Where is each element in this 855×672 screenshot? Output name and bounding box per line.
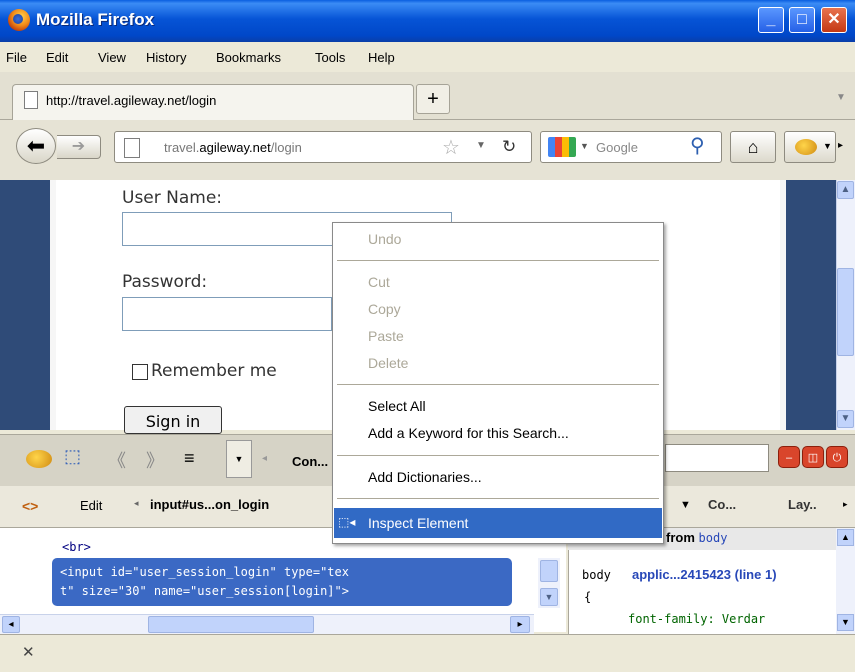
menu-item-select-all[interactable]: Select All: [368, 398, 426, 414]
username-label: User Name:: [122, 188, 223, 208]
menu-item-inspect-label: Inspect Element: [368, 515, 469, 531]
menu-view[interactable]: View: [98, 50, 126, 65]
firebug-icon: [795, 139, 817, 155]
tab-list-arrow-icon[interactable]: ▼: [836, 92, 846, 103]
forward-button[interactable]: ➔: [57, 135, 101, 159]
menu-item-undo[interactable]: Undo: [368, 231, 401, 247]
google-engine-icon[interactable]: [548, 137, 576, 157]
firebug-forward-icon[interactable]: 》: [146, 447, 164, 473]
search-input[interactable]: Google: [596, 140, 638, 155]
back-button[interactable]: ⬅: [16, 128, 56, 164]
scroll-up-icon[interactable]: ▲: [837, 529, 854, 546]
firebug-menu-icon[interactable]: ≡: [184, 448, 195, 469]
scroll-thumb[interactable]: [837, 268, 854, 356]
html-code-icon[interactable]: <>: [22, 498, 38, 514]
inherited-from-label: from body: [666, 530, 728, 545]
firebug-dropdown-button[interactable]: ▼: [226, 440, 252, 478]
css-property[interactable]: font-family: Verdar: [628, 612, 765, 626]
firebug-button[interactable]: ▼: [784, 131, 836, 163]
side-tabs-more-icon[interactable]: ▸: [843, 499, 848, 510]
scroll-down-icon[interactable]: ▼: [837, 410, 854, 428]
menu-separator: [337, 498, 659, 499]
magnifier-icon[interactable]: ⚲: [690, 133, 705, 158]
css-source-link[interactable]: applic...2415423 (line 1): [632, 567, 777, 582]
html-scroll-thumb[interactable]: [540, 560, 558, 582]
maximize-button[interactable]: □: [789, 7, 815, 33]
css-brace: {: [584, 590, 592, 604]
firebug-close-button[interactable]: ⏻: [826, 446, 848, 468]
menu-bar: File Edit View History Bookmarks Tools H…: [0, 42, 855, 72]
tab-console[interactable]: Con...: [292, 454, 328, 469]
close-button[interactable]: ✕: [821, 7, 847, 33]
breadcrumb-arrow-icon[interactable]: ◂: [134, 498, 139, 509]
firebug-minimize-button[interactable]: –: [778, 446, 800, 468]
menu-item-add-keyword[interactable]: Add a Keyword for this Search...: [368, 425, 569, 441]
remember-me-checkbox[interactable]: [132, 364, 148, 380]
menu-item-cut[interactable]: Cut: [368, 274, 390, 290]
tab-title: http://travel.agileway.net/login: [46, 93, 217, 108]
menu-separator: [337, 455, 659, 456]
new-tab-button[interactable]: +: [416, 84, 450, 114]
inspect-element-icon: ⬚◂: [338, 515, 356, 529]
menu-file[interactable]: File: [6, 50, 27, 65]
firebug-icon[interactable]: [26, 450, 52, 468]
close-icon[interactable]: ✕: [22, 643, 35, 661]
minimize-button[interactable]: _: [758, 7, 784, 33]
scroll-left-icon[interactable]: ◂: [2, 616, 20, 633]
password-input[interactable]: [122, 297, 332, 331]
nav-more-arrow-icon[interactable]: ▸: [838, 140, 843, 151]
html-node-line: t" size="30" name="user_session[login]">: [60, 584, 349, 598]
firebug-search-input[interactable]: [665, 444, 769, 472]
menu-item-copy[interactable]: Copy: [368, 301, 401, 317]
horizontal-scroll-thumb[interactable]: [148, 616, 314, 633]
url-text[interactable]: travel.agileway.net/login: [164, 140, 302, 155]
tab-computed[interactable]: Co...: [708, 497, 736, 512]
menu-edit[interactable]: Edit: [46, 50, 68, 65]
firebug-detach-button[interactable]: ◫: [802, 446, 824, 468]
inspect-cursor-icon[interactable]: ⬚: [64, 446, 81, 467]
menu-item-add-dictionaries[interactable]: Add Dictionaries...: [368, 469, 482, 485]
menu-separator: [337, 260, 659, 261]
css-selector: body: [582, 568, 611, 582]
breadcrumb[interactable]: input#us...on_login: [150, 497, 269, 512]
firebug-back-icon[interactable]: 《: [108, 447, 126, 473]
html-node-line: <input id="user_session_login" type="tex: [60, 565, 349, 579]
tabs-scroll-left-icon[interactable]: ◂: [262, 453, 267, 464]
menu-item-delete[interactable]: Delete: [368, 355, 408, 371]
context-menu: [332, 222, 664, 544]
html-node-br[interactable]: <br>: [62, 540, 91, 554]
menu-bookmarks[interactable]: Bookmarks: [216, 50, 281, 65]
remember-me-label[interactable]: Remember me: [151, 361, 277, 381]
menu-history[interactable]: History: [146, 50, 186, 65]
menu-separator: [337, 384, 659, 385]
tab-layout[interactable]: Lay..: [788, 497, 817, 512]
scroll-up-icon[interactable]: ▲: [837, 181, 854, 199]
url-dropdown-icon[interactable]: ▼: [476, 140, 486, 151]
status-bar: [0, 634, 855, 672]
search-engine-dropdown-icon[interactable]: ▼: [580, 141, 589, 151]
scroll-down-icon[interactable]: ▼: [540, 588, 558, 606]
home-button[interactable]: ⌂: [730, 131, 776, 163]
reload-icon[interactable]: ↻: [502, 137, 516, 157]
side-panel-dropdown-icon[interactable]: ▼: [680, 499, 691, 511]
scroll-right-icon[interactable]: ▸: [510, 616, 530, 633]
page-icon: [124, 138, 140, 158]
menu-help[interactable]: Help: [368, 50, 395, 65]
menu-item-paste[interactable]: Paste: [368, 328, 404, 344]
scroll-down-icon[interactable]: ▼: [837, 614, 854, 631]
firefox-logo-icon: [8, 9, 30, 31]
window-title: Mozilla Firefox: [36, 10, 155, 29]
edit-button[interactable]: Edit: [80, 498, 102, 513]
sign-in-button[interactable]: Sign in: [124, 406, 222, 434]
page-icon: [24, 91, 38, 109]
menu-tools[interactable]: Tools: [315, 50, 345, 65]
bookmark-star-icon[interactable]: ☆: [442, 135, 460, 160]
password-label: Password:: [122, 272, 208, 292]
